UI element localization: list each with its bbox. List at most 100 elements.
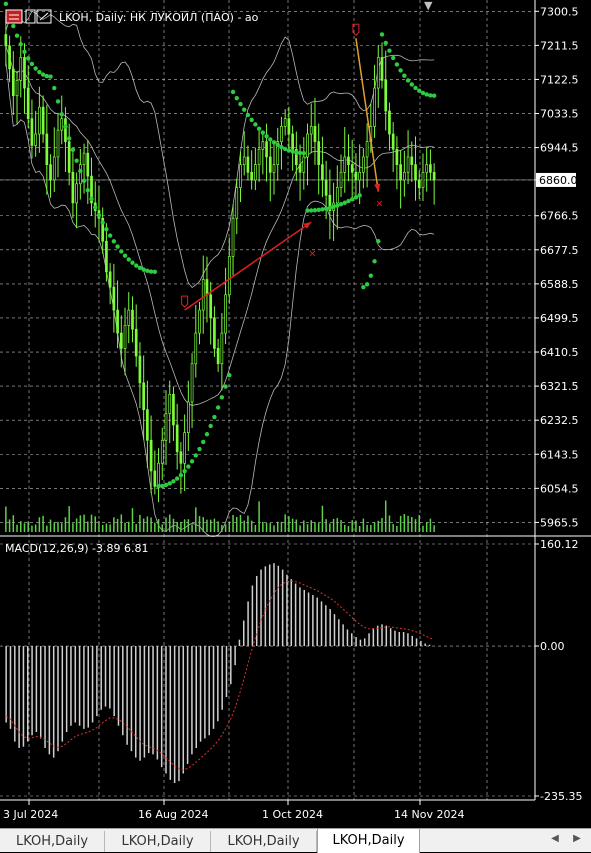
candle-body [246, 156, 250, 173]
candle-body [75, 183, 78, 204]
candle-body [41, 106, 45, 135]
y-tick-label: 6232.5 [540, 414, 579, 427]
candle-body [160, 439, 164, 464]
sar-point [78, 168, 83, 174]
tab-scroll-right-icon[interactable]: ▶ [570, 833, 584, 844]
sar-point [417, 88, 422, 93]
candle-body [410, 156, 414, 165]
y-tick-label: 6321.5 [540, 380, 579, 393]
candle-body [183, 432, 186, 464]
sar-point [350, 197, 355, 202]
tab-lkoh-daily-3[interactable]: LKOH,Daily [211, 831, 317, 852]
candle-body [38, 106, 41, 135]
sar-point [372, 259, 377, 264]
sar-point [44, 73, 50, 79]
candle-body [60, 118, 64, 131]
candle-body [227, 256, 231, 296]
sar-point [33, 66, 38, 71]
candle-body [201, 279, 205, 311]
candle-body [272, 164, 276, 173]
sar-point [212, 414, 217, 420]
tab-lkoh-daily-2[interactable]: LKOH,Daily [105, 831, 211, 852]
chart-window[interactable]: × × 7300.5 7211.5 7122.5 7033.5 6944.5 6766.5 6… [0, 0, 591, 852]
sar-point [424, 92, 429, 97]
sar-point [413, 85, 418, 91]
candle-body [45, 133, 49, 165]
candle-body [119, 332, 123, 349]
candle-body [56, 129, 60, 158]
candle-body [153, 470, 157, 487]
sar-point [3, 1, 9, 7]
sar-point [227, 373, 232, 378]
chart-shift-marker-icon[interactable]: ▼ [424, 0, 433, 12]
sar-point [197, 446, 202, 452]
sar-point [353, 195, 359, 200]
sar-point [264, 133, 269, 139]
sar-point [390, 55, 396, 61]
chart-title: LKOH, Daily: НК ЛУКОЙЛ (ПАО) - ао [59, 11, 259, 24]
sar-point [405, 78, 411, 83]
candle-body [384, 80, 388, 112]
sar-point [398, 68, 403, 73]
sar-point [301, 150, 306, 156]
candle-body [291, 133, 294, 150]
sar-point [323, 206, 329, 211]
sar-point [327, 205, 333, 210]
candle-body [421, 171, 425, 188]
y-tick-label: 6499.5 [540, 312, 579, 325]
sar-point [286, 148, 292, 153]
sar-point [256, 126, 262, 131]
sar-point [130, 260, 135, 265]
sar-point [122, 253, 128, 258]
candle-body [362, 156, 365, 173]
candle-body [373, 87, 376, 127]
candle-body [131, 309, 134, 330]
sar-point [186, 464, 191, 469]
candle-body [265, 141, 268, 158]
tab-lkoh-daily-1[interactable]: LKOH,Daily [0, 831, 105, 852]
sar-point [316, 207, 321, 213]
sar-point [219, 395, 225, 400]
candle-body [112, 286, 116, 311]
sar-point [22, 49, 27, 55]
candlestick-toggle-icon[interactable] [5, 9, 23, 24]
candle-body [339, 171, 343, 188]
sar-point [204, 432, 210, 437]
candle-body [175, 424, 179, 453]
sar-point [160, 483, 165, 489]
candle-body [142, 382, 146, 411]
sar-point [171, 479, 176, 484]
tab-scroll-left-icon[interactable]: ◀ [548, 833, 562, 844]
candle-body [261, 141, 265, 150]
x-tick-label: 14 Nov 2024 [394, 808, 464, 821]
sar-point [70, 147, 76, 153]
x-tick-label: 16 Aug 2024 [138, 808, 208, 821]
sar-point [52, 85, 57, 91]
current-price-label: 6860.0 [536, 172, 578, 187]
y-tick-label: 6677.5 [540, 244, 579, 257]
sar-point [141, 267, 146, 272]
sar-point [357, 193, 362, 198]
sar-point [189, 459, 195, 464]
candle-body [67, 141, 71, 173]
sar-point [208, 423, 213, 429]
candle-body [127, 309, 131, 326]
sar-point [260, 130, 266, 135]
candle-body [30, 118, 34, 146]
candle-body [402, 171, 406, 181]
sar-point [402, 73, 407, 78]
chart-tab-bar: LKOH,Daily LKOH,Daily LKOH,Daily LKOH,Da… [0, 828, 591, 853]
x-tick-label: 3 Jul 2024 [3, 808, 58, 821]
candle-body [302, 156, 306, 173]
sar-point [37, 69, 42, 75]
candle-body [406, 156, 410, 173]
candle-body [417, 179, 421, 188]
candle-body [280, 125, 283, 143]
y-tick-label: 6054.5 [540, 482, 579, 495]
sar-point [74, 158, 79, 163]
tab-lkoh-daily-4[interactable]: LKOH,Daily [317, 829, 420, 853]
candle-body [321, 164, 324, 181]
candle-body [23, 57, 26, 89]
sar-point [100, 220, 105, 225]
sar-point [409, 82, 414, 87]
